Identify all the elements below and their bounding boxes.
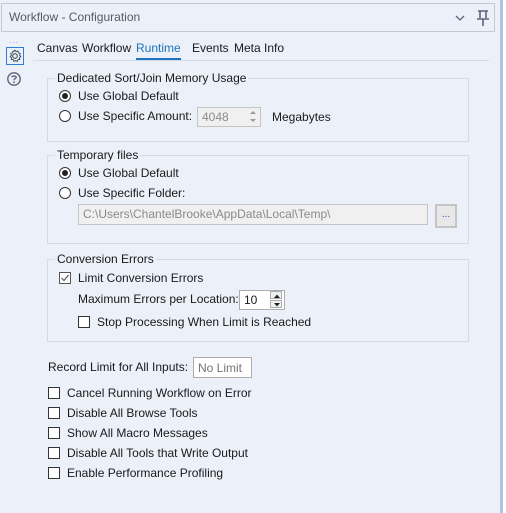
temporary-files-title: Temporary files bbox=[55, 148, 141, 162]
radio-label: Use Global Default bbox=[78, 166, 179, 180]
disable-browse-tools-checkbox[interactable]: Disable All Browse Tools bbox=[48, 405, 198, 421]
tab-workflow[interactable]: Workflow bbox=[82, 41, 131, 58]
checkbox[interactable] bbox=[48, 387, 60, 399]
record-limit-label: Record Limit for All Inputs: bbox=[48, 360, 189, 374]
radio-label: Use Specific Amount: bbox=[78, 109, 193, 123]
memory-unit-label: Megabytes bbox=[272, 110, 331, 124]
memory-specific-amount-radio[interactable]: Use Specific Amount: bbox=[59, 108, 192, 124]
spin-down-button[interactable] bbox=[270, 300, 282, 308]
gear-icon[interactable] bbox=[6, 47, 24, 65]
radio-button[interactable] bbox=[59, 110, 71, 122]
temp-folder-path-input[interactable]: C:\Users\ChantelBrooke\AppData\Local\Tem… bbox=[78, 204, 428, 225]
configuration-panel: Workflow - Configuration ... Canvas Work… bbox=[0, 0, 500, 513]
checkbox-label: Cancel Running Workflow on Error bbox=[67, 386, 252, 400]
checkbox[interactable] bbox=[59, 272, 71, 284]
checkbox-label: Stop Processing When Limit is Reached bbox=[97, 315, 312, 329]
tab-canvas[interactable]: Canvas bbox=[37, 41, 78, 58]
max-errors-spinner[interactable] bbox=[270, 291, 282, 309]
show-macro-messages-checkbox[interactable]: Show All Macro Messages bbox=[48, 425, 208, 441]
radio-button[interactable] bbox=[59, 187, 71, 199]
temp-specific-folder-radio[interactable]: Use Specific Folder: bbox=[59, 185, 185, 201]
sidebar-overflow[interactable]: ... bbox=[9, 36, 19, 45]
checkbox-label: Disable All Tools that Write Output bbox=[67, 446, 248, 460]
radio-button[interactable] bbox=[59, 167, 71, 179]
panel-title-bar: Workflow - Configuration bbox=[1, 3, 495, 32]
stop-processing-checkbox[interactable]: Stop Processing When Limit is Reached bbox=[78, 314, 311, 330]
tab-runtime[interactable]: Runtime bbox=[136, 41, 181, 60]
checkbox[interactable] bbox=[48, 447, 60, 459]
radio-button[interactable] bbox=[59, 90, 71, 102]
disable-output-tools-checkbox[interactable]: Disable All Tools that Write Output bbox=[48, 445, 248, 461]
performance-profiling-checkbox[interactable]: Enable Performance Profiling bbox=[48, 465, 223, 481]
checkbox[interactable] bbox=[48, 407, 60, 419]
checkbox-label: Limit Conversion Errors bbox=[78, 271, 204, 285]
spin-up-button[interactable] bbox=[247, 108, 259, 116]
checkbox-label: Enable Performance Profiling bbox=[67, 466, 224, 480]
conversion-errors-title: Conversion Errors bbox=[55, 252, 156, 266]
tab-bar: Canvas Workflow Runtime Events Meta Info bbox=[33, 38, 489, 61]
help-icon[interactable] bbox=[6, 71, 24, 89]
cancel-on-error-checkbox[interactable]: Cancel Running Workflow on Error bbox=[48, 385, 252, 401]
spin-up-button[interactable] bbox=[270, 291, 282, 299]
radio-label: Use Specific Folder: bbox=[78, 186, 186, 200]
spin-down-button[interactable] bbox=[247, 117, 259, 125]
record-limit-input[interactable] bbox=[193, 357, 252, 378]
chevron-down-icon[interactable] bbox=[454, 12, 466, 24]
checkbox-label: Show All Macro Messages bbox=[67, 426, 208, 440]
checkbox[interactable] bbox=[48, 467, 60, 479]
tab-events[interactable]: Events bbox=[192, 41, 229, 58]
limit-conversion-errors-checkbox[interactable]: Limit Conversion Errors bbox=[59, 270, 203, 286]
checkbox-label: Disable All Browse Tools bbox=[67, 406, 198, 420]
memory-usage-title: Dedicated Sort/Join Memory Usage bbox=[55, 71, 249, 85]
checkbox[interactable] bbox=[48, 427, 60, 439]
memory-global-default-radio[interactable]: Use Global Default bbox=[59, 88, 179, 104]
radio-label: Use Global Default bbox=[78, 89, 179, 103]
tab-meta-info[interactable]: Meta Info bbox=[234, 41, 284, 58]
memory-amount-spinner[interactable] bbox=[247, 108, 259, 126]
panel-title: Workflow - Configuration bbox=[9, 10, 141, 24]
max-errors-label: Maximum Errors per Location: bbox=[78, 292, 239, 306]
pin-icon[interactable] bbox=[475, 9, 491, 27]
checkbox[interactable] bbox=[78, 316, 90, 328]
panel-splitter[interactable] bbox=[500, 0, 503, 513]
temp-global-default-radio[interactable]: Use Global Default bbox=[59, 165, 179, 181]
browse-folder-button[interactable]: ... bbox=[435, 204, 457, 228]
